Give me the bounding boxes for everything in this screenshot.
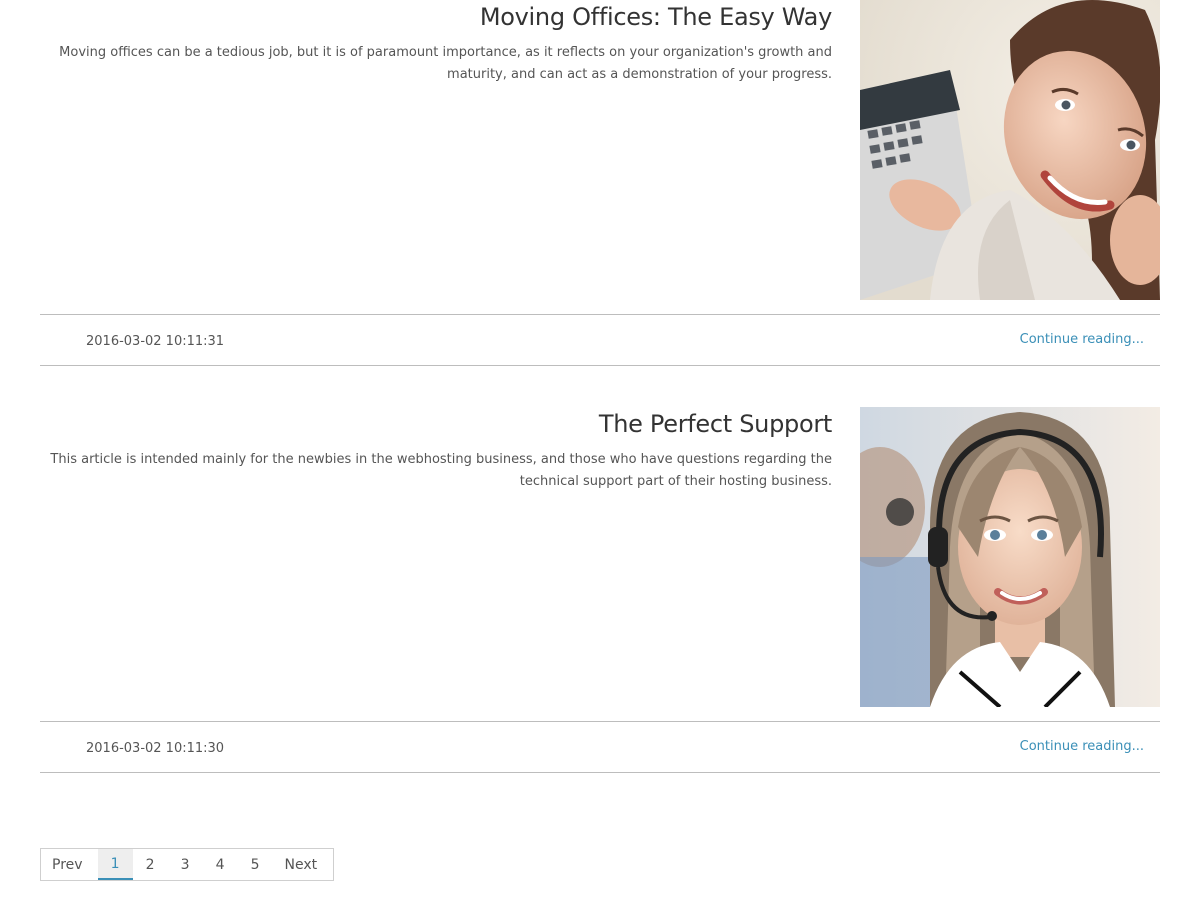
post-date: 2016-03-02 10:11:30 xyxy=(86,741,225,756)
post-title[interactable]: Moving Offices: The Easy Way xyxy=(40,0,832,34)
continue-reading-link[interactable]: Continue reading... xyxy=(1020,739,1144,754)
continue-reading-link[interactable]: Continue reading... xyxy=(1020,332,1144,347)
post-body: The Perfect Support This article is inte… xyxy=(40,407,1160,707)
post-image-woman-laptop[interactable] xyxy=(860,0,1160,300)
blog-post: The Perfect Support This article is inte… xyxy=(40,407,1160,773)
post-body: Moving Offices: The Easy Way Moving offi… xyxy=(40,0,1160,300)
pagination: Prev 1 2 3 4 5 Next xyxy=(40,848,335,881)
post-excerpt: Moving offices can be a tedious job, but… xyxy=(59,45,832,82)
pagination-page-5[interactable]: 5 xyxy=(238,849,273,880)
post-date: 2016-03-02 10:11:31 xyxy=(86,334,225,349)
post-meta-bar: 2016-03-02 10:11:30 Continue reading... xyxy=(40,721,1160,773)
post-excerpt: This article is intended mainly for the … xyxy=(50,452,832,489)
post-text: The Perfect Support This article is inte… xyxy=(40,407,832,493)
pagination-prev-button[interactable]: Prev xyxy=(41,849,98,880)
pagination-page-3[interactable]: 3 xyxy=(168,849,203,880)
pagination-page-2[interactable]: 2 xyxy=(133,849,168,880)
pagination-page-1[interactable]: 1 xyxy=(97,849,133,880)
post-text: Moving Offices: The Easy Way Moving offi… xyxy=(40,0,832,86)
post-meta-bar: 2016-03-02 10:11:31 Continue reading... xyxy=(40,314,1160,366)
blog-post: Moving Offices: The Easy Way Moving offi… xyxy=(40,0,1160,366)
post-image-support-agent[interactable] xyxy=(860,407,1160,707)
post-title[interactable]: The Perfect Support xyxy=(40,407,832,441)
pagination-next-button[interactable]: Next xyxy=(273,849,334,880)
pagination-page-4[interactable]: 4 xyxy=(203,849,238,880)
blog-list-page: Moving Offices: The Easy Way Moving offi… xyxy=(0,0,1200,920)
